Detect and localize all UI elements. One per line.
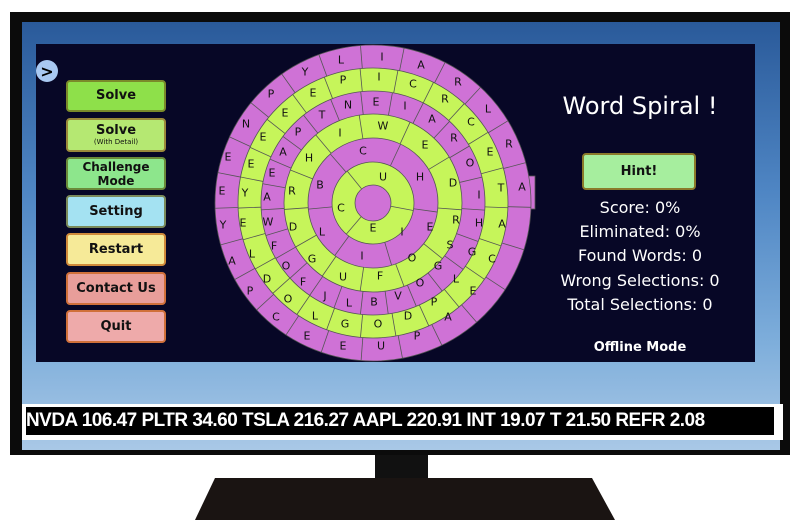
monitor-stand-base <box>195 478 615 520</box>
